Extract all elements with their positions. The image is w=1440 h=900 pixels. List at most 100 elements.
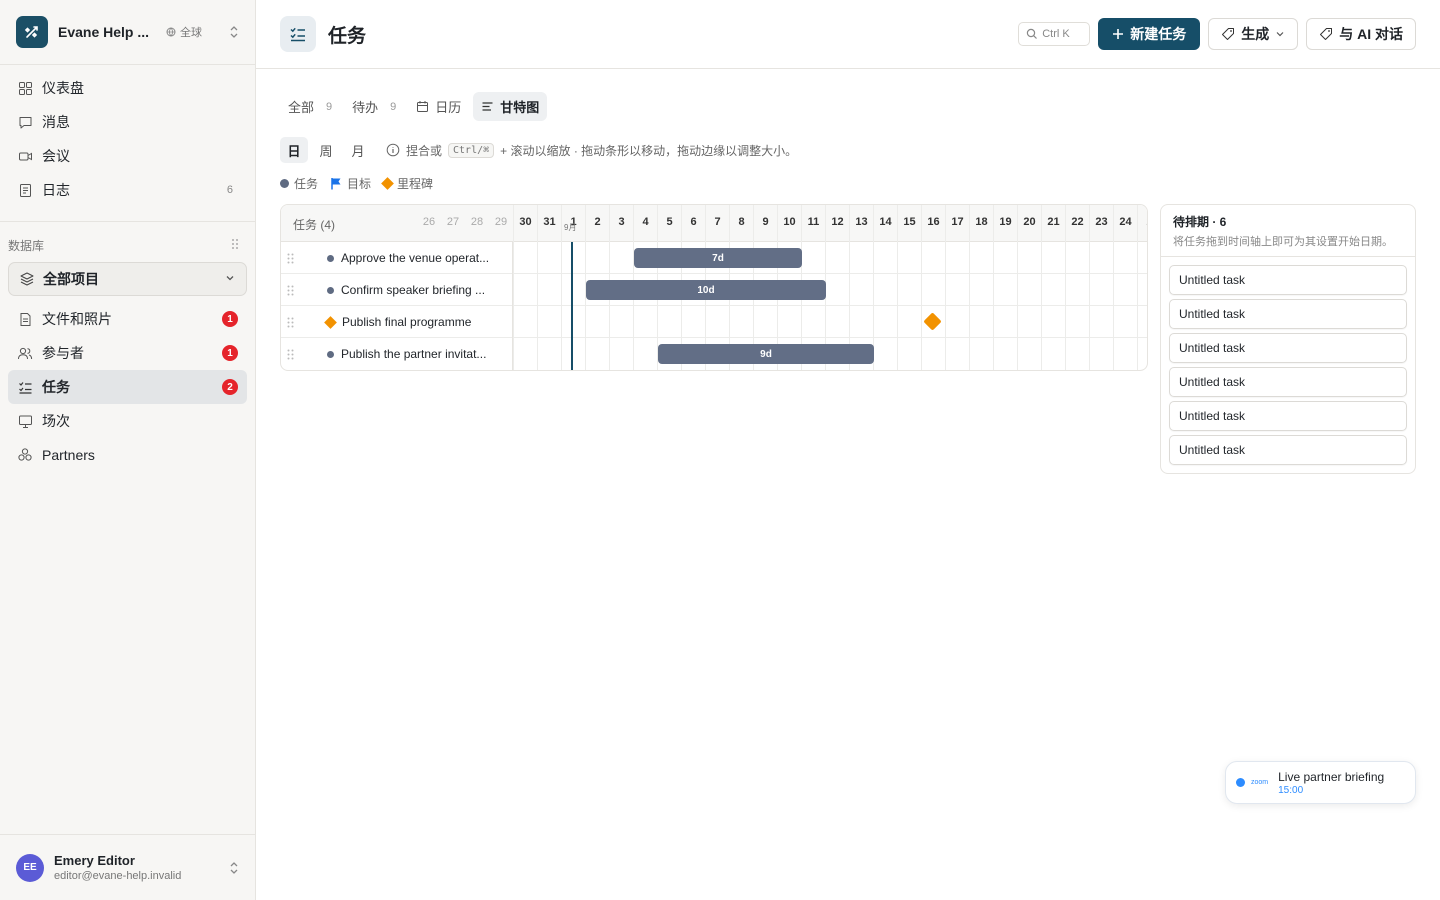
drag-handle-icon[interactable] <box>287 349 299 360</box>
legend: 任务 目标 里程碑 <box>280 175 433 192</box>
drag-handle-icon[interactable] <box>287 285 299 296</box>
tab-label: 待办 <box>352 100 379 115</box>
project-select[interactable]: 全部项目 <box>8 262 247 296</box>
gantt-day-number: 24 <box>1119 216 1132 228</box>
zoom-week-button[interactable]: 周 <box>312 137 340 163</box>
gantt-bar-duration: 7d <box>712 252 724 264</box>
gantt-row-name: Publish the partner invitat... <box>281 338 513 370</box>
nav-item-files[interactable]: 文件和照片 1 <box>8 302 247 336</box>
nav-item-log[interactable]: 日志 6 <box>8 173 247 207</box>
gantt-day-label: 2 <box>1137 205 1147 242</box>
drag-handle-icon[interactable] <box>287 317 299 328</box>
gantt-row[interactable]: Approve the venue operat... 7d <box>281 242 1147 274</box>
unscheduled-task[interactable]: Untitled task <box>1169 367 1407 397</box>
tab-todo[interactable]: 待办 9 <box>344 92 404 121</box>
nav-label: 会议 <box>42 148 70 164</box>
gantt-day-label: 20 <box>1017 205 1041 242</box>
shortcut-key: Ctrl/⌘ <box>448 142 495 158</box>
tab-label: 甘特图 <box>500 100 540 115</box>
tab-calendar[interactable]: 日历 <box>408 92 469 121</box>
gantt-day-label: 21 <box>1041 205 1065 242</box>
nav-label: 文件和照片 <box>42 311 112 327</box>
checklist-icon <box>280 16 316 52</box>
workspace-logo-icon <box>16 16 48 48</box>
user-email: editor@evane-help.invalid <box>54 870 182 882</box>
gantt-day-label: 14 <box>873 205 897 242</box>
user-menu[interactable]: EE Emery Editor editor@evane-help.invali… <box>0 834 255 900</box>
zoom-month-button[interactable]: 月 <box>344 137 372 163</box>
tab-label: 全部 <box>288 100 315 115</box>
gantt-row-label: Publish final programme <box>342 315 472 329</box>
tab-all[interactable]: 全部 9 <box>280 92 340 121</box>
nav-label: Partners <box>42 447 95 463</box>
gantt-task-bar[interactable]: 9d <box>658 344 874 364</box>
search-button[interactable]: Ctrl K <box>1018 22 1091 46</box>
unscheduled-task[interactable]: Untitled task <box>1169 333 1407 363</box>
gantt-day-number: 6 <box>690 216 697 228</box>
task-dot-icon <box>327 254 334 262</box>
gantt-day-number: 13 <box>855 216 868 228</box>
view-tabs: 全部 9 待办 9 日历 甘特图 <box>280 92 548 121</box>
workspace-switcher[interactable]: Evane Help ... 全球 <box>0 0 255 65</box>
gantt-day-label: 2 <box>585 205 609 242</box>
unscheduled-task[interactable]: Untitled task <box>1169 401 1407 431</box>
nav-item-tasks[interactable]: 任务 2 <box>8 370 247 404</box>
generate-button[interactable]: 生成 <box>1208 18 1299 50</box>
nav-item-partners[interactable]: Partners <box>8 438 247 472</box>
gantt-row[interactable]: Confirm speaker briefing ... 10d <box>281 274 1147 306</box>
avatar: EE <box>16 853 44 882</box>
meeting-toast[interactable]: zoom Live partner briefing 15:00 <box>1225 761 1416 804</box>
tab-count: 9 <box>390 100 397 113</box>
workspace-name: Evane Help ... <box>58 24 150 40</box>
nav-count: 6 <box>226 184 233 196</box>
unscheduled-task[interactable]: Untitled task <box>1169 435 1407 465</box>
gantt-day-number: 18 <box>975 216 988 228</box>
user-info: Emery Editor editor@evane-help.invalid <box>54 853 181 882</box>
gantt-day-number: 31 <box>543 216 556 228</box>
legend-task: 任务 <box>280 175 318 192</box>
legend-milestone: 里程碑 <box>381 175 433 192</box>
ai-chat-button[interactable]: 与 AI 对话 <box>1306 18 1416 50</box>
gantt-milestone[interactable] <box>923 312 942 331</box>
gantt-day-label: 31 <box>537 205 561 242</box>
gantt-day-label: 29 <box>494 216 508 228</box>
new-task-button[interactable]: 新建任务 <box>1098 18 1201 50</box>
gantt-day-label: 8 <box>729 205 753 242</box>
header-actions: Ctrl K 新建任务 生成 与 AI 对话 <box>1018 18 1416 50</box>
gantt-task-bar[interactable]: 10d <box>586 280 826 300</box>
unscheduled-task[interactable]: Untitled task <box>1169 265 1407 295</box>
globe-icon <box>166 27 176 37</box>
gantt-day-label: 19 <box>993 205 1017 242</box>
gantt-day-label: 10 <box>777 205 801 242</box>
project-select-value: 全部项目 <box>43 271 99 287</box>
drag-handle-icon[interactable] <box>231 238 239 253</box>
hint-prefix: 捏合或 <box>406 143 443 158</box>
gantt-day-number: 15 <box>903 216 916 228</box>
nav-item-meetings[interactable]: 会议 <box>8 139 247 173</box>
nav-item-messages[interactable]: 消息 <box>8 105 247 139</box>
message-icon <box>16 113 34 131</box>
gantt-day-number: 5 <box>666 216 673 228</box>
gantt-row[interactable]: Publish the partner invitat... 9d <box>281 338 1147 370</box>
primary-nav: 仪表盘 消息 会议 日志 6 <box>0 65 255 213</box>
nav-item-attendees[interactable]: 参与者 1 <box>8 336 247 370</box>
gantt-day-label: 9 <box>753 205 777 242</box>
unscheduled-task[interactable]: Untitled task <box>1169 299 1407 329</box>
gantt-row[interactable]: Publish final programme <box>281 306 1147 338</box>
gantt-row-label: Publish the partner invitat... <box>341 347 487 361</box>
gantt-day-label: 22 <box>1065 205 1089 242</box>
nav-item-sessions[interactable]: 场次 <box>8 404 247 438</box>
gantt-task-bar[interactable]: 7d <box>634 248 802 268</box>
chevron-up-down-icon[interactable] <box>229 861 239 875</box>
drag-handle-icon[interactable] <box>287 253 299 264</box>
partners-icon <box>16 446 34 464</box>
chevron-up-down-icon[interactable] <box>229 25 239 39</box>
legend-label: 任务 <box>294 177 319 191</box>
zoom-controls: 日 周 月 捏合或 Ctrl/⌘ + 滚动以缩放 · 拖动条形以移动，拖动边缘以… <box>280 137 797 163</box>
unscheduled-subtitle: 将任务拖到时间轴上即可为其设置开始日期。 <box>1173 236 1393 248</box>
zoom-hint: 捏合或 Ctrl/⌘ + 滚动以缩放 · 拖动条形以移动，拖动边缘以调整大小。 <box>386 142 797 159</box>
gantt-bar-duration: 9d <box>760 348 772 360</box>
zoom-day-button[interactable]: 日 <box>280 137 308 163</box>
tab-gantt[interactable]: 甘特图 <box>473 92 548 121</box>
nav-item-dashboard[interactable]: 仪表盘 <box>8 71 247 105</box>
